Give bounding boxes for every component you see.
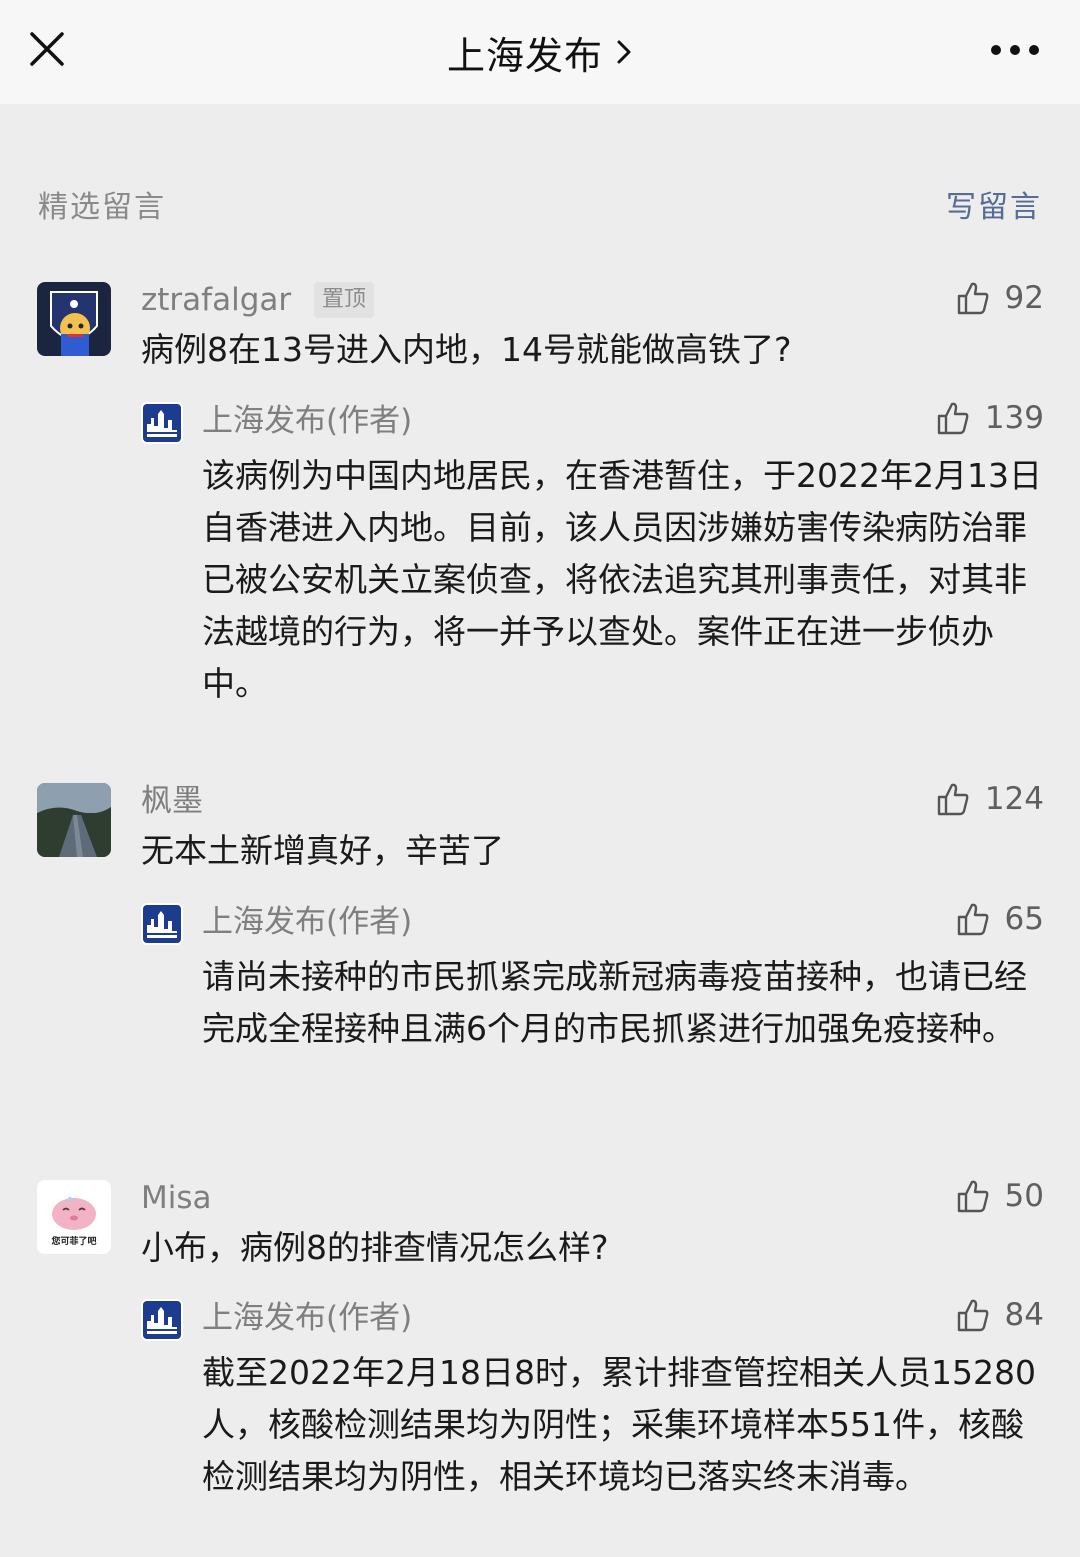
- comment-author[interactable]: 枫墨: [141, 783, 203, 819]
- like-button[interactable]: 124: [935, 777, 1044, 821]
- comment-author[interactable]: ztrafalgar: [141, 282, 291, 318]
- thumbs-up-icon: [937, 783, 969, 816]
- avatar[interactable]: 您可菲了吧: [37, 1180, 111, 1254]
- top-nav-bar: 上海发布: [0, 0, 1080, 104]
- like-count: 65: [1004, 901, 1044, 937]
- like-button[interactable]: 92: [955, 276, 1044, 320]
- avatar[interactable]: [37, 783, 111, 857]
- thumbs-up-icon: [957, 1299, 988, 1332]
- reply-text: 截至2022年2月18日8时，累计排查管控相关人员15280人，核酸检测结果均为…: [202, 1353, 1036, 1496]
- author-avatar[interactable]: [141, 1299, 183, 1341]
- reply-author[interactable]: 上海发布(作者): [202, 402, 412, 440]
- featured-comments-title: 精选留言: [38, 190, 166, 225]
- comment-text: 小布，病例8的排查情况怎么样?: [141, 1228, 609, 1267]
- like-button[interactable]: 139: [935, 396, 1044, 440]
- more-dots-icon[interactable]: [990, 40, 1040, 60]
- comment-text: 无本土新增真好，辛苦了: [141, 831, 504, 870]
- thumbs-up-icon: [957, 1180, 988, 1213]
- reply-text: 请尚未接种的市民抓紧完成新冠病毒疫苗接种，也请已经完成全程接种且满6个月的市民抓…: [202, 957, 1027, 1048]
- like-count: 92: [1004, 280, 1044, 316]
- author-avatar[interactable]: [141, 402, 183, 444]
- comment-author[interactable]: Misa: [141, 1180, 212, 1216]
- reply-author[interactable]: 上海发布(作者): [202, 903, 412, 941]
- thumbs-up-icon: [957, 903, 988, 936]
- like-button[interactable]: 50: [955, 1174, 1044, 1218]
- reply-author[interactable]: 上海发布(作者): [202, 1299, 412, 1337]
- comment-text: 病例8在13号进入内地，14号就能做高铁了?: [141, 330, 792, 369]
- avatar[interactable]: [37, 282, 111, 356]
- like-count: 139: [984, 400, 1044, 436]
- pinned-badge: 置顶: [314, 282, 375, 318]
- like-count: 124: [984, 781, 1044, 817]
- avatar-caption: 您可菲了吧: [51, 1235, 96, 1247]
- write-comment-button[interactable]: 写留言: [946, 182, 1042, 226]
- reply-text: 该病例为中国内地居民，在香港暂住，于2022年2月13日自香港进入内地。目前，该…: [202, 456, 1042, 703]
- like-count: 84: [1004, 1297, 1044, 1333]
- comments-section-header: 精选留言 写留言: [38, 182, 1042, 226]
- thumbs-up-icon: [937, 402, 969, 435]
- like-count: 50: [1004, 1178, 1044, 1214]
- page-title-area[interactable]: 上海发布: [0, 0, 1080, 104]
- like-button[interactable]: 65: [955, 897, 1044, 941]
- author-avatar[interactable]: [141, 903, 183, 945]
- like-button[interactable]: 84: [955, 1293, 1044, 1337]
- thumbs-up-icon: [957, 282, 988, 315]
- page-title[interactable]: 上海发布: [447, 25, 603, 80]
- chevron-right-icon: [617, 40, 631, 64]
